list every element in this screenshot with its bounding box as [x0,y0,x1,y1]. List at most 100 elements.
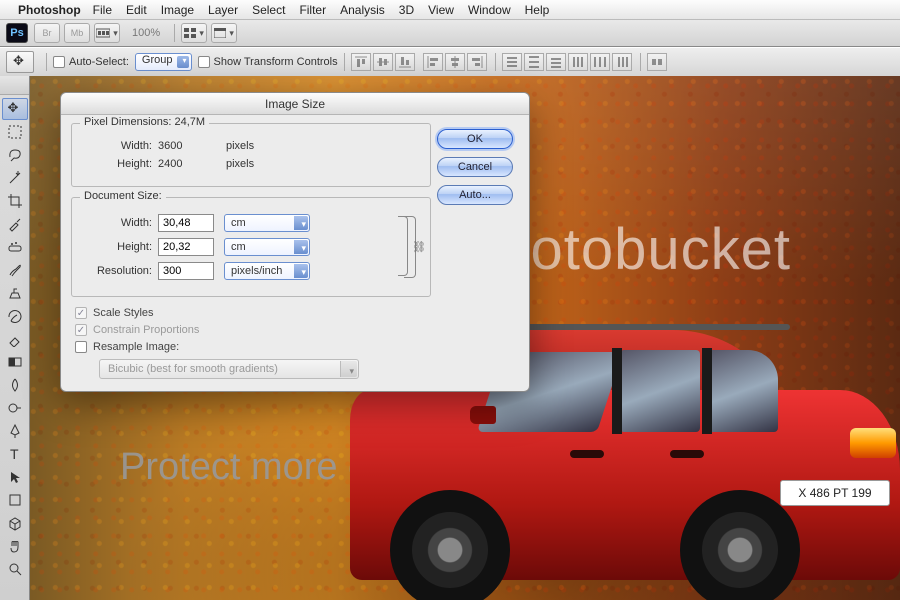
gradient-tool[interactable] [2,351,28,373]
tools-palette: T [0,76,30,600]
filmstrip-icon [96,28,110,38]
menu-file[interactable]: File [93,3,112,17]
distribute-left-button[interactable] [568,53,588,71]
shape-tool[interactable] [2,489,28,511]
distribute-right-button[interactable] [612,53,632,71]
constrain-proportions-checkbox[interactable] [75,324,87,336]
scale-styles-option[interactable]: Scale Styles [75,307,431,319]
scale-styles-label: Scale Styles [93,307,154,319]
blur-tool[interactable] [2,374,28,396]
path-selection-tool[interactable] [2,466,28,488]
lasso-tool[interactable] [2,144,28,166]
screen-icon [214,28,226,38]
auto-select-checkbox[interactable] [53,56,65,68]
current-tool-indicator[interactable] [6,51,34,73]
distribute-vcenter-button[interactable] [524,53,544,71]
show-transform-checkbox[interactable] [198,56,210,68]
constrain-proportions-option[interactable]: Constrain Proportions [75,324,431,336]
align-vcenter-button[interactable] [373,53,393,71]
show-transform-label: Show Transform Controls [214,56,338,68]
pen-tool[interactable] [2,420,28,442]
pd-height-unit: pixels [226,158,254,170]
scale-styles-checkbox[interactable] [75,307,87,319]
auto-align-button[interactable] [647,53,667,71]
menu-3d[interactable]: 3D [399,3,414,17]
menu-filter[interactable]: Filter [299,3,326,17]
distribute-hcenter-button[interactable] [590,53,610,71]
menu-view[interactable]: View [428,3,454,17]
resolution-label: Resolution: [82,265,152,277]
ps-app-bar: Ps Br Mb 100% [0,20,900,47]
move-tool-icon [13,55,27,69]
resample-image-label: Resample Image: [93,341,179,353]
screen-mode-button[interactable] [211,23,237,43]
resample-image-option[interactable]: Resample Image: [75,341,431,353]
license-plate: X 486 PT 199 [780,480,890,506]
menu-window[interactable]: Window [468,3,511,17]
menu-layer[interactable]: Layer [208,3,238,17]
menu-help[interactable]: Help [525,3,550,17]
app-name[interactable]: Photoshop [18,3,81,17]
menu-edit[interactable]: Edit [126,3,147,17]
pd-width-label: Width: [82,140,152,152]
ps-logo-icon: Ps [6,23,28,43]
auto-select-mode-dropdown[interactable]: Group [135,53,192,71]
move-tool[interactable] [2,98,28,120]
history-brush-tool[interactable] [2,305,28,327]
image-size-dialog: Image Size Pixel Dimensions: 24,7M Width… [60,92,530,392]
arrange-documents-button[interactable] [181,23,207,43]
resolution-unit-dropdown[interactable]: pixels/inch [224,262,310,280]
document-size-group: Document Size: Width: cm Height: cm Reso… [71,197,431,297]
hand-tool[interactable] [2,535,28,557]
auto-select-label: Auto-Select: [69,56,129,68]
align-hcenter-button[interactable] [445,53,465,71]
auto-button[interactable]: Auto... [437,185,513,205]
view-extras-button[interactable] [94,23,120,43]
ds-width-unit-dropdown[interactable]: cm [224,214,310,232]
pixel-dimensions-value: 24,7M [174,116,205,128]
minibridge-button[interactable]: Mb [64,23,90,43]
ds-height-unit-dropdown[interactable]: cm [224,238,310,256]
magic-wand-tool[interactable] [2,167,28,189]
cancel-button[interactable]: Cancel [437,157,513,177]
constrain-proportions-label: Constrain Proportions [93,324,199,336]
eraser-tool[interactable] [2,328,28,350]
clone-stamp-tool[interactable] [2,282,28,304]
zoom-level[interactable]: 100% [132,27,160,39]
brush-tool[interactable] [2,259,28,281]
menu-select[interactable]: Select [252,3,285,17]
crop-tool[interactable] [2,190,28,212]
pixel-dimensions-group: Pixel Dimensions: 24,7M Width: 3600 pixe… [71,123,431,187]
separator [495,53,496,71]
pd-width-value: 3600 [158,140,214,152]
pd-height-value: 2400 [158,158,214,170]
distribute-top-button[interactable] [502,53,522,71]
svg-text:T: T [10,446,19,462]
ds-height-input[interactable] [158,238,214,256]
menu-image[interactable]: Image [161,3,194,17]
ok-button[interactable]: OK [437,129,513,149]
eyedropper-tool[interactable] [2,213,28,235]
pixel-dimensions-label: Pixel Dimensions: [84,116,171,128]
zoom-tool[interactable] [2,558,28,580]
ds-width-input[interactable] [158,214,214,232]
chain-icon: ⛓ [412,241,426,254]
distribute-bottom-button[interactable] [546,53,566,71]
align-bottom-edges-button[interactable] [395,53,415,71]
healing-brush-tool[interactable] [2,236,28,258]
separator [46,53,47,71]
menu-analysis[interactable]: Analysis [340,3,385,17]
3d-tool[interactable] [2,512,28,534]
align-right-edges-button[interactable] [467,53,487,71]
resample-image-checkbox[interactable] [75,341,87,353]
separator [344,53,345,71]
separator [640,53,641,71]
marquee-tool[interactable] [2,121,28,143]
launch-bridge-button[interactable]: Br [34,23,60,43]
align-left-edges-button[interactable] [423,53,443,71]
options-bar: Auto-Select: Group Show Transform Contro… [0,47,900,77]
type-tool[interactable]: T [2,443,28,465]
align-top-edges-button[interactable] [351,53,371,71]
resolution-input[interactable] [158,262,214,280]
dodge-tool[interactable] [2,397,28,419]
